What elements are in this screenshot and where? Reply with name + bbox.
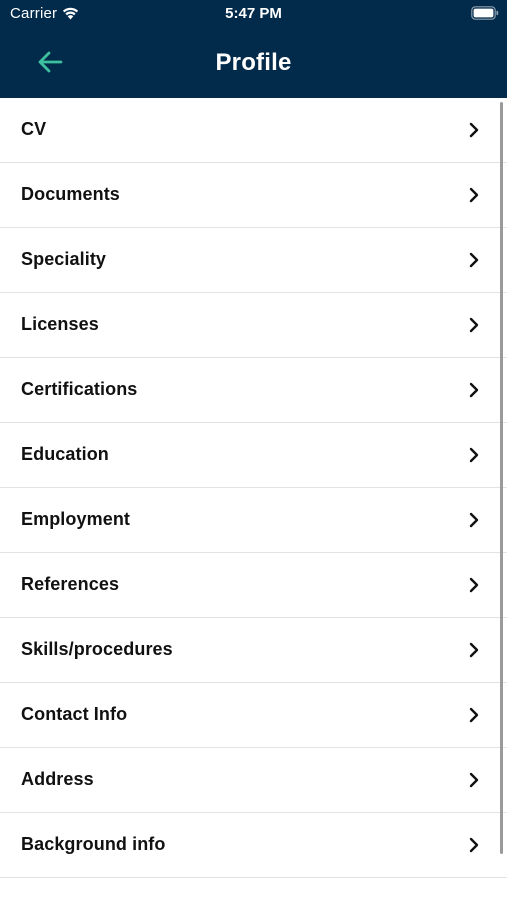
- chevron-right-icon: [469, 252, 479, 268]
- list-item-references[interactable]: References: [0, 553, 507, 618]
- page-title: Profile: [215, 49, 292, 76]
- chevron-right-icon: [469, 577, 479, 593]
- list-item-documents[interactable]: Documents: [0, 163, 507, 228]
- chevron-right-icon: [469, 317, 479, 333]
- list-item-label: Documents: [21, 184, 120, 204]
- list-item-education[interactable]: Education: [0, 423, 507, 488]
- list-item-label: Education: [21, 444, 109, 464]
- profile-menu-list: CV Documents Speciality Licenses Certifi…: [0, 98, 507, 900]
- chevron-right-icon: [469, 772, 479, 788]
- header: Carrier 5:47 PM Profile: [0, 0, 507, 98]
- chevron-right-icon: [469, 707, 479, 723]
- list-item-contact-info[interactable]: Contact Info: [0, 683, 507, 748]
- chevron-right-icon: [469, 382, 479, 398]
- list-item-certifications[interactable]: Certifications: [0, 358, 507, 423]
- list-item-label: Skills/procedures: [21, 639, 173, 659]
- chevron-right-icon: [469, 447, 479, 463]
- chevron-right-icon: [469, 837, 479, 853]
- list-item-label: References: [21, 574, 120, 594]
- list-item-label: Address: [21, 769, 94, 789]
- list-item-background-info[interactable]: Background info: [0, 813, 507, 878]
- status-bar: Carrier 5:47 PM: [0, 0, 507, 28]
- list-item-address[interactable]: Address: [0, 748, 507, 813]
- status-time: 5:47 PM: [225, 5, 282, 22]
- list-item-speciality[interactable]: Speciality: [0, 228, 507, 293]
- list-item-label: CV: [21, 119, 47, 139]
- list-item-licenses[interactable]: Licenses: [0, 293, 507, 358]
- scrollbar[interactable]: [500, 102, 503, 854]
- chevron-right-icon: [469, 122, 479, 138]
- battery-icon: [471, 6, 499, 20]
- list-item-skills-procedures[interactable]: Skills/procedures: [0, 618, 507, 683]
- chevron-right-icon: [469, 512, 479, 528]
- list-item-cv[interactable]: CV: [0, 98, 507, 163]
- chevron-right-icon: [469, 187, 479, 203]
- list-item-label: Employment: [21, 509, 131, 529]
- list-item-label: Certifications: [21, 379, 138, 399]
- list-item-employment[interactable]: Employment: [0, 488, 507, 553]
- navigation-bar: Profile: [0, 28, 507, 98]
- profile-screen: Carrier 5:47 PM Profile CV Documents Spe…: [0, 0, 507, 900]
- list-item-label: Contact Info: [21, 704, 128, 724]
- chevron-right-icon: [469, 642, 479, 658]
- list-item-label: Background info: [21, 834, 166, 854]
- list-item-label: Speciality: [21, 249, 107, 269]
- list-item-label: Licenses: [21, 314, 99, 334]
